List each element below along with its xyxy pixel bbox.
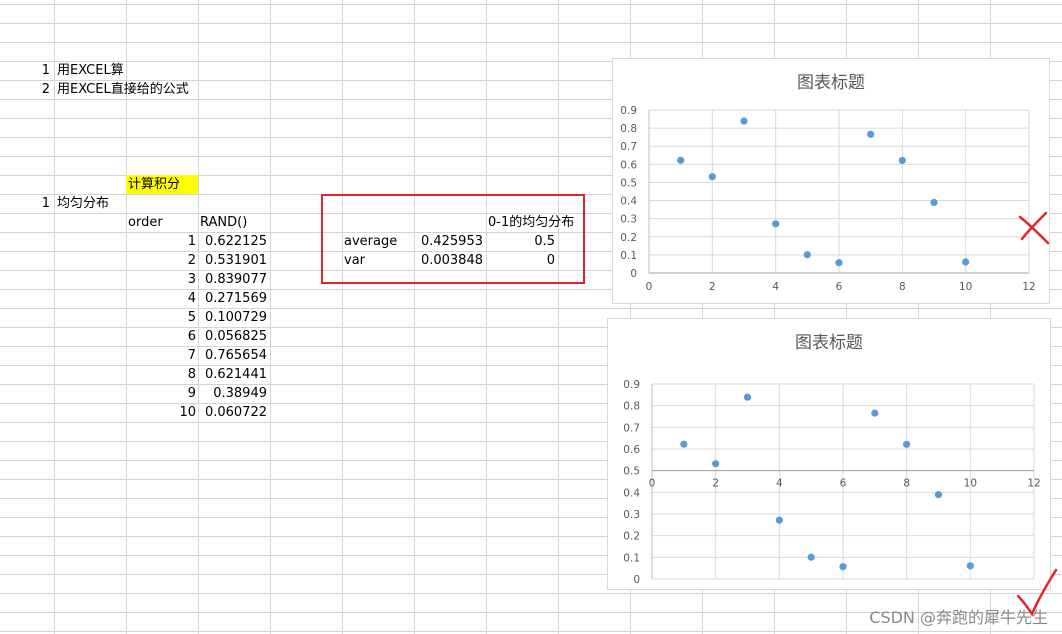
x-tick-label: 12 (1022, 281, 1035, 293)
data-point (680, 440, 688, 448)
y-tick-label: 0 (630, 268, 637, 280)
order-cell[interactable]: 2 (126, 251, 196, 270)
y-tick-label: 0.1 (623, 552, 640, 564)
x-tick-label: 8 (899, 281, 906, 293)
data-point (871, 409, 879, 417)
note-number-2[interactable]: 2 (0, 80, 50, 99)
data-point (712, 460, 720, 468)
order-cell[interactable]: 3 (126, 270, 196, 289)
order-cell[interactable]: 6 (126, 327, 196, 346)
y-tick-label: 0.8 (623, 401, 640, 413)
x-tick-label: 4 (776, 478, 783, 490)
data-point (740, 117, 748, 125)
rand-cell[interactable]: 0.38949 (198, 384, 267, 403)
data-point (772, 220, 780, 228)
rand-cell[interactable]: 0.621441 (198, 365, 267, 384)
integral-label[interactable]: 计算积分 (126, 175, 198, 194)
rand-cell[interactable]: 0.531901 (198, 251, 267, 270)
section-number[interactable]: 1 (0, 194, 50, 213)
scatter-chart-2-plot: 图表标题 0 0.1 0.2 0.3 0.4 0.5 0.6 0.7 0.8 0.9 0 2 4 6 8 10 1… (623, 333, 1040, 586)
data-point (807, 553, 815, 561)
y-tick-label: 0.6 (620, 159, 637, 171)
rand-cell[interactable]: 0.765654 (198, 346, 267, 365)
x-tick-label: 6 (840, 478, 847, 490)
data-point (839, 563, 847, 571)
rand-cell[interactable]: 0.622125 (198, 232, 267, 251)
data-point (966, 562, 974, 570)
order-cell[interactable]: 5 (126, 308, 196, 327)
data-point (934, 491, 943, 499)
chart-title: 图表标题 (795, 333, 863, 353)
order-cell[interactable]: 4 (126, 289, 196, 308)
y-tick-label: 0.2 (620, 232, 637, 244)
chart-title: 图表标题 (797, 73, 865, 93)
data-point (775, 516, 783, 524)
order-cell[interactable]: 7 (126, 346, 196, 365)
y-tick-label: 0.3 (623, 509, 640, 521)
y-tick-label: 0.6 (623, 444, 640, 456)
data-point (835, 259, 843, 267)
section-title[interactable]: 均匀分布 (57, 194, 109, 213)
y-tick-label: 0.5 (620, 177, 637, 189)
rand-cell[interactable]: 0.271569 (198, 289, 267, 308)
x-tick-label: 0 (646, 281, 653, 293)
x-tick-label: 0 (649, 478, 656, 490)
scatter-chart-1-plot: 图表标题 0 0.1 0.2 0.3 0.4 0.5 0.6 0.7 0.8 0.9 0 2 4 6 8 10 1… (620, 73, 1035, 293)
x-tick-label: 4 (772, 281, 779, 293)
y-tick-label: 0.1 (620, 250, 637, 262)
cross-mark-icon (1018, 211, 1050, 245)
rand-cell[interactable]: 0.060722 (198, 403, 267, 422)
y-tick-label: 0 (633, 574, 640, 586)
rand-cell[interactable]: 0.100729 (198, 308, 267, 327)
y-tick-label: 0.4 (623, 487, 640, 499)
order-cell[interactable]: 10 (126, 403, 196, 422)
order-cell[interactable]: 1 (126, 232, 196, 251)
y-tick-label: 0.5 (623, 466, 640, 478)
x-tick-label: 2 (709, 281, 716, 293)
y-tick-label: 0.8 (620, 123, 637, 135)
x-tick-label: 10 (959, 281, 972, 293)
rand-cell[interactable]: 0.839077 (198, 270, 267, 289)
data-point (803, 251, 811, 259)
order-cell[interactable]: 9 (126, 384, 196, 403)
data-point (962, 258, 970, 266)
x-tick-label: 8 (903, 478, 910, 490)
data-point (898, 156, 906, 165)
rand-header[interactable]: RAND() (200, 213, 247, 232)
data-point (708, 173, 716, 181)
y-tick-label: 0.9 (623, 379, 640, 391)
order-header[interactable]: order (128, 213, 163, 232)
order-cell[interactable]: 8 (126, 365, 196, 384)
scatter-chart-1[interactable]: 图表标题 0 0.1 0.2 0.3 0.4 0.5 0.6 0.7 0.8 0.9 0 2 4 6 8 10 1… (612, 58, 1050, 304)
x-tick-label: 12 (1027, 478, 1040, 490)
highlight-box (321, 194, 585, 284)
rand-cell[interactable]: 0.056825 (198, 327, 267, 346)
y-tick-label: 0.4 (620, 196, 637, 208)
note-number-1[interactable]: 1 (0, 61, 50, 80)
scatter-chart-2[interactable]: 图表标题 0 0.1 0.2 0.3 0.4 0.5 0.6 0.7 0.8 0.9 0 2 4 6 8 10 1… (607, 318, 1051, 590)
data-point (743, 393, 752, 401)
data-point (867, 130, 875, 138)
y-tick-label: 0.3 (620, 214, 637, 226)
y-tick-label: 0.2 (623, 531, 640, 543)
data-point (930, 198, 938, 207)
note-text-2[interactable]: 用EXCEL直接给的公式 (57, 80, 189, 99)
x-tick-label: 6 (836, 281, 843, 293)
y-tick-label: 0.7 (620, 141, 637, 153)
watermark: CSDN @奔跑的犀牛先生 (869, 608, 1048, 627)
note-text-1[interactable]: 用EXCEL算 (57, 61, 124, 80)
data-point (677, 156, 685, 164)
x-tick-label: 10 (964, 478, 977, 490)
data-point (903, 440, 911, 448)
y-tick-label: 0.9 (620, 105, 637, 117)
x-tick-label: 2 (712, 478, 719, 490)
y-tick-label: 0.7 (623, 422, 640, 434)
